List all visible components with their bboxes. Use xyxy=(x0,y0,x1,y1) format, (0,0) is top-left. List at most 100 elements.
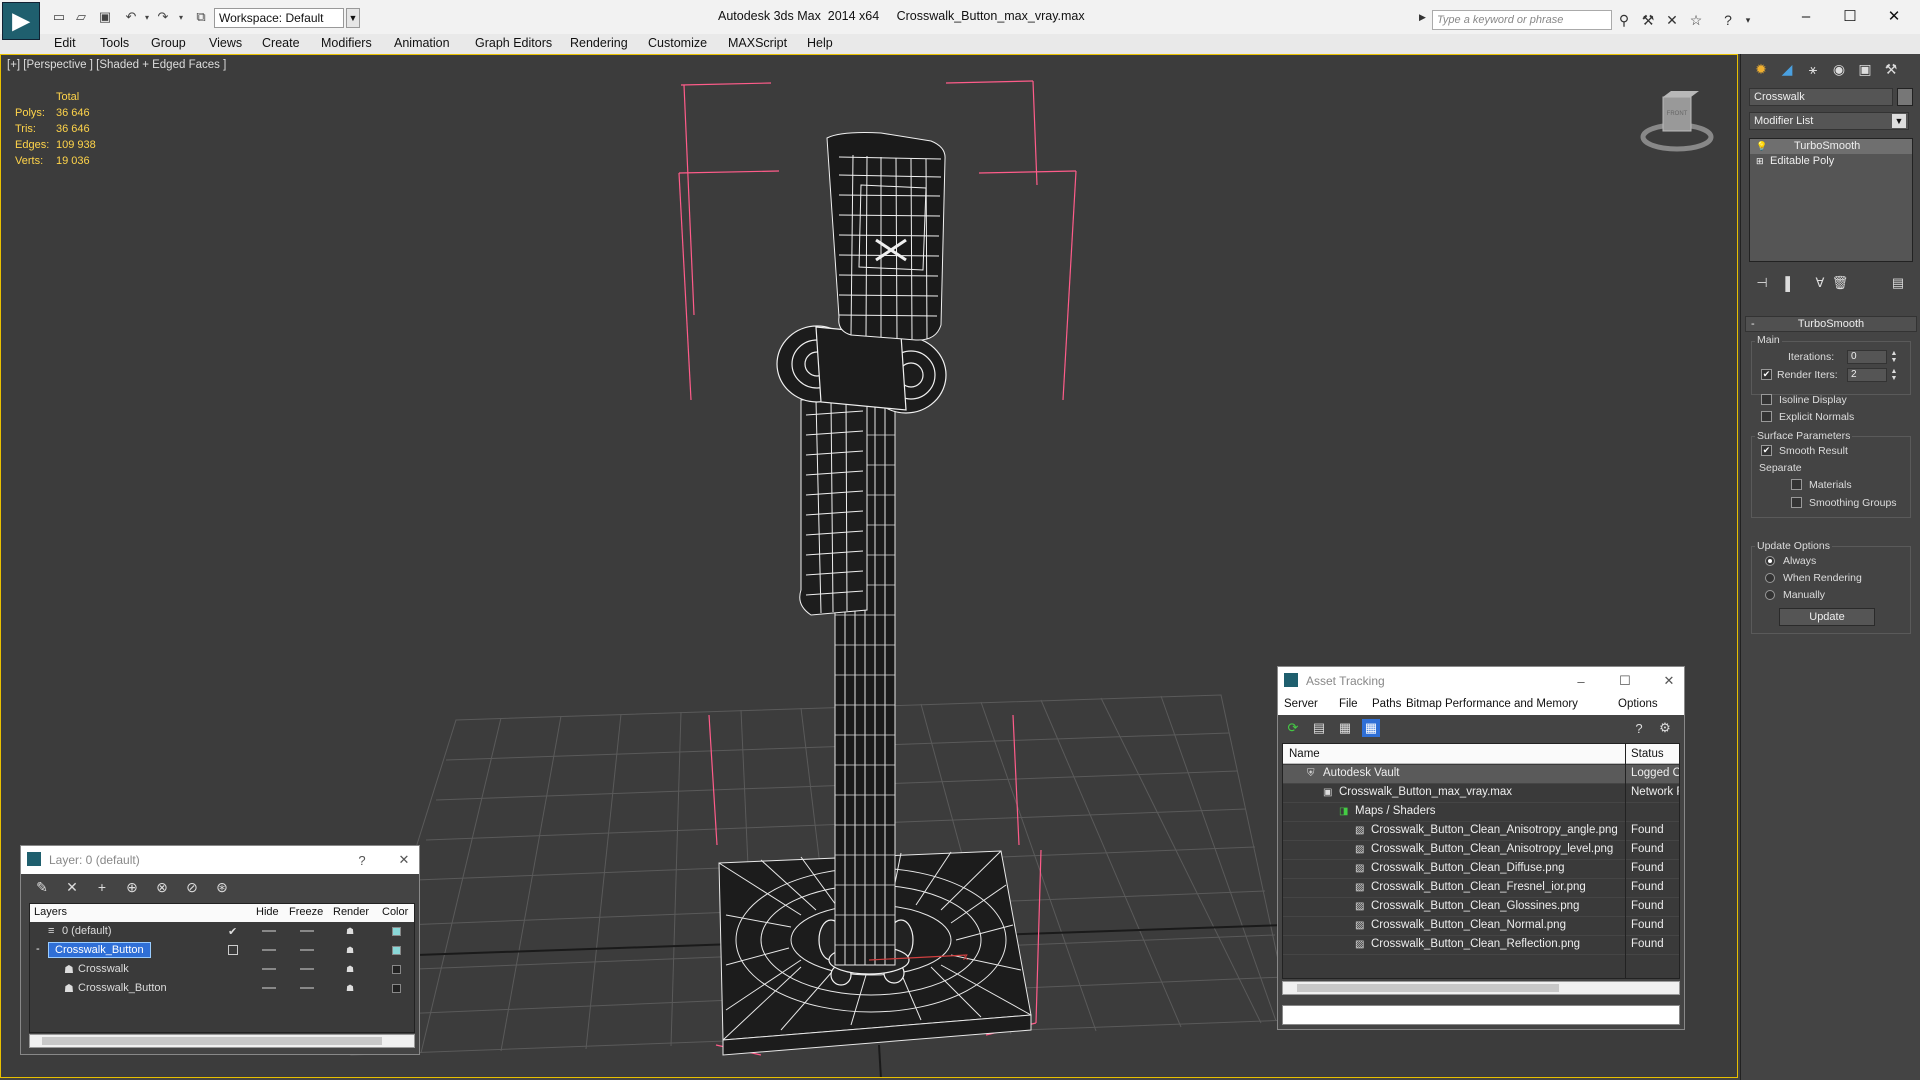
close-button[interactable]: ✕ xyxy=(393,849,415,871)
column-header[interactable]: Render xyxy=(333,906,369,918)
freeze-toggle[interactable] xyxy=(300,968,314,970)
turbosmooth-rollout-header[interactable]: - TurboSmooth xyxy=(1745,316,1917,332)
hide-all-icon[interactable]: ⊘ xyxy=(183,878,201,896)
minimize-button[interactable]: – xyxy=(1570,670,1592,692)
menu-views[interactable]: Views xyxy=(209,36,242,50)
hierarchy-tab-icon[interactable]: ⚹ xyxy=(1801,58,1825,80)
workspace-select[interactable]: Workspace: Default xyxy=(214,8,344,28)
column-divider[interactable] xyxy=(1625,744,1626,978)
update-button[interactable]: Update xyxy=(1779,608,1875,626)
lightbulb-icon[interactable]: 💡 xyxy=(1756,141,1767,151)
freeze-toggle[interactable] xyxy=(300,949,314,951)
menu-options[interactable]: Options xyxy=(1618,698,1658,710)
spinner-arrows-icon[interactable]: ▲ ▼ xyxy=(1889,350,1899,364)
make-unique-icon[interactable]: ∀ xyxy=(1811,274,1829,292)
display-tab-icon[interactable]: ▣ xyxy=(1853,58,1877,80)
menu-help[interactable]: Help xyxy=(807,36,833,50)
freeze-toggle[interactable] xyxy=(300,930,314,932)
render-teapot-icon[interactable]: ☗ xyxy=(346,965,358,974)
render-teapot-icon[interactable]: ☗ xyxy=(346,946,358,955)
asset-row[interactable]: ▨ Crosswalk_Button_Clean_Fresnel_ior.png… xyxy=(1283,879,1679,898)
render-iters-checkbox[interactable]: ✔ xyxy=(1761,369,1772,380)
modifier-list-dropdown[interactable]: Modifier List ▼ xyxy=(1749,112,1909,130)
menu-modifiers[interactable]: Modifiers xyxy=(321,36,372,50)
redo-icon[interactable]: ↷ xyxy=(154,8,172,26)
isoline-display-checkbox[interactable] xyxy=(1761,394,1772,405)
asset-path-field[interactable] xyxy=(1282,1005,1680,1025)
menu-bitmap-performance[interactable]: Bitmap Performance and Memory xyxy=(1406,698,1578,710)
table-view-icon[interactable]: ▦ xyxy=(1362,719,1380,737)
maximize-button[interactable]: ☐ xyxy=(1830,4,1870,28)
menu-rendering[interactable]: Rendering xyxy=(570,36,628,50)
render-teapot-icon[interactable]: ☗ xyxy=(346,927,358,936)
when-rendering-radio[interactable] xyxy=(1765,573,1775,583)
layer-color-swatch[interactable] xyxy=(392,946,401,955)
materials-checkbox[interactable] xyxy=(1791,479,1802,490)
column-header[interactable]: Hide xyxy=(256,906,279,918)
pin-stack-icon[interactable]: ⊣ xyxy=(1753,274,1771,292)
hide-toggle[interactable] xyxy=(262,949,276,951)
menu-paths[interactable]: Paths xyxy=(1372,698,1401,710)
menu-graph-editors[interactable]: Graph Editors xyxy=(475,36,552,50)
refresh-icon[interactable]: ⟳ xyxy=(1284,719,1302,737)
help-button[interactable]: ? xyxy=(351,849,373,871)
layer-row[interactable]: - Crosswalk_Button ☗ xyxy=(30,942,414,959)
iterations-spinner[interactable]: 0 xyxy=(1847,350,1887,364)
close-button[interactable]: ✕ xyxy=(1658,670,1680,692)
column-header[interactable]: Status xyxy=(1631,748,1664,760)
collapse-minus-icon[interactable]: - xyxy=(36,942,40,958)
communication-icon[interactable]: ✕ xyxy=(1662,10,1682,30)
asset-row[interactable]: ◨ Maps / Shaders xyxy=(1283,803,1679,822)
app-menu-button[interactable]: ▶ xyxy=(2,2,40,40)
column-header[interactable]: Freeze xyxy=(289,906,323,918)
settings-icon[interactable]: ⚙ xyxy=(1656,719,1674,737)
hide-toggle[interactable] xyxy=(262,968,276,970)
stack-item-editable-poly[interactable]: ⊞ Editable Poly xyxy=(1750,154,1912,169)
asset-row[interactable]: ▨ Crosswalk_Button_Clean_Anisotropy_angl… xyxy=(1283,822,1679,841)
column-header[interactable]: Name xyxy=(1289,748,1320,760)
create-layer-icon[interactable]: ✎ xyxy=(33,878,51,896)
stack-item-turbosmooth[interactable]: 💡 TurboSmooth xyxy=(1750,139,1912,154)
play-icon[interactable]: ▶ xyxy=(1419,12,1429,28)
asset-row[interactable]: ▨ Crosswalk_Button_Clean_Reflection.png … xyxy=(1283,936,1679,955)
asset-row[interactable]: ▨ Crosswalk_Button_Clean_Normal.png Foun… xyxy=(1283,917,1679,936)
horizontal-scrollbar[interactable] xyxy=(29,1034,415,1048)
search-input[interactable]: Type a keyword or phrase xyxy=(1432,10,1612,30)
asset-row[interactable]: ▨ Crosswalk_Button_Clean_Anisotropy_leve… xyxy=(1283,841,1679,860)
tree-view-icon[interactable]: ▦ xyxy=(1336,719,1354,737)
create-tab-sun-icon[interactable]: ✹ xyxy=(1749,58,1773,80)
subscription-icon[interactable]: ⚒ xyxy=(1638,10,1658,30)
freeze-all-icon[interactable]: ⊛ xyxy=(213,878,231,896)
viewport-label[interactable]: [+] [Perspective ] [Shaded + Edged Faces… xyxy=(7,59,226,71)
select-objects-icon[interactable]: ⊕ xyxy=(123,878,141,896)
layer-row[interactable]: ☗ Crosswalk ☗ xyxy=(30,961,414,978)
set-current-box[interactable] xyxy=(228,945,238,955)
favorites-star-icon[interactable]: ☆ xyxy=(1686,10,1706,30)
menu-animation[interactable]: Animation xyxy=(394,36,450,50)
help-icon[interactable]: ? xyxy=(1630,719,1648,737)
horizontal-scrollbar[interactable] xyxy=(1282,981,1680,995)
minimize-button[interactable]: – xyxy=(1786,4,1826,28)
smooth-result-checkbox[interactable]: ✔ xyxy=(1761,445,1772,456)
motion-tab-icon[interactable]: ◉ xyxy=(1827,58,1851,80)
layer-color-swatch[interactable] xyxy=(392,984,401,993)
hide-toggle[interactable] xyxy=(262,930,276,932)
redo-dropdown-icon[interactable]: ▾ xyxy=(172,8,190,26)
viewcube-top[interactable] xyxy=(1663,91,1699,97)
list-view-icon[interactable]: ▤ xyxy=(1310,719,1328,737)
scrollbar-thumb[interactable] xyxy=(1297,984,1559,992)
render-iters-spinner[interactable]: 2 xyxy=(1847,368,1887,382)
expand-plus-icon[interactable]: ⊞ xyxy=(1756,156,1766,166)
always-radio[interactable] xyxy=(1765,556,1775,566)
active-check-icon[interactable]: ✔ xyxy=(228,925,237,938)
show-end-result-icon[interactable]: ▌ xyxy=(1781,274,1799,292)
modify-tab-icon[interactable]: ◢ xyxy=(1775,58,1799,80)
manually-radio[interactable] xyxy=(1765,590,1775,600)
help-dropdown-icon[interactable]: ▾ xyxy=(1738,10,1758,30)
layer-color-swatch[interactable] xyxy=(392,927,401,936)
collapse-minus-icon[interactable]: - xyxy=(1751,317,1755,331)
save-file-icon[interactable]: ▣ xyxy=(96,8,114,26)
new-file-icon[interactable]: ▭ xyxy=(50,8,68,26)
asset-row[interactable]: ⛨ Autodesk Vault Logged O xyxy=(1283,765,1679,784)
smoothing-groups-checkbox[interactable] xyxy=(1791,497,1802,508)
